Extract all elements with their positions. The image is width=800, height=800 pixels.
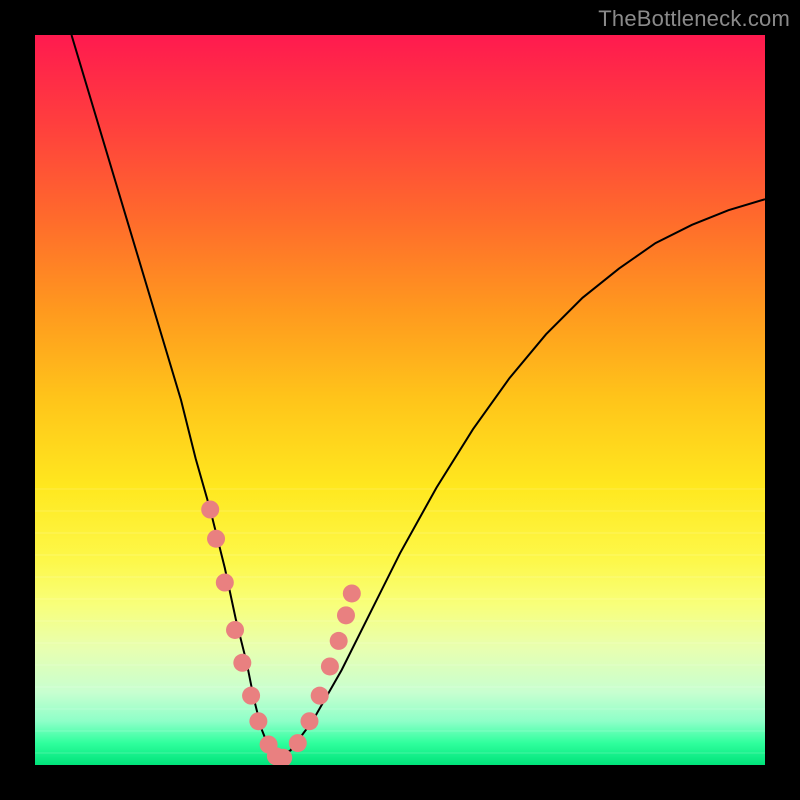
highlight-dot xyxy=(311,687,329,705)
highlight-dot xyxy=(289,734,307,752)
chart-svg xyxy=(35,35,765,765)
highlight-dot xyxy=(321,657,339,675)
chart-frame: TheBottleneck.com xyxy=(0,0,800,800)
highlight-dot xyxy=(300,712,318,730)
highlight-dot xyxy=(343,584,361,602)
highlight-dot xyxy=(201,501,219,519)
highlight-dot xyxy=(216,574,234,592)
highlight-dot xyxy=(249,712,267,730)
highlight-dot xyxy=(330,632,348,650)
highlight-dot xyxy=(226,621,244,639)
highlight-dot xyxy=(242,687,260,705)
plot-area xyxy=(35,35,765,765)
highlight-dots xyxy=(201,501,361,766)
bottleneck-curve xyxy=(72,35,766,758)
highlight-dot xyxy=(337,606,355,624)
highlight-dot xyxy=(233,654,251,672)
highlight-dot xyxy=(207,530,225,548)
watermark-text: TheBottleneck.com xyxy=(598,6,790,32)
